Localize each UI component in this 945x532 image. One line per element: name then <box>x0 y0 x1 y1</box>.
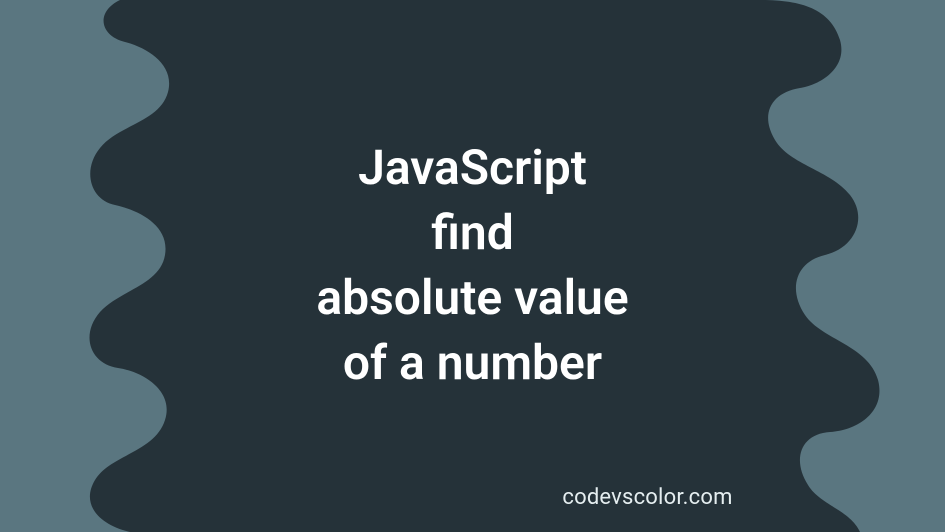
title-line-3: absolute value <box>316 266 628 331</box>
title: JavaScript find absolute value of a numb… <box>0 0 945 532</box>
title-line-4: of a number <box>343 331 602 396</box>
title-line-2: find <box>431 201 514 266</box>
site-credit: codevscolor.com <box>0 485 945 510</box>
title-line-1: JavaScript <box>358 136 587 201</box>
